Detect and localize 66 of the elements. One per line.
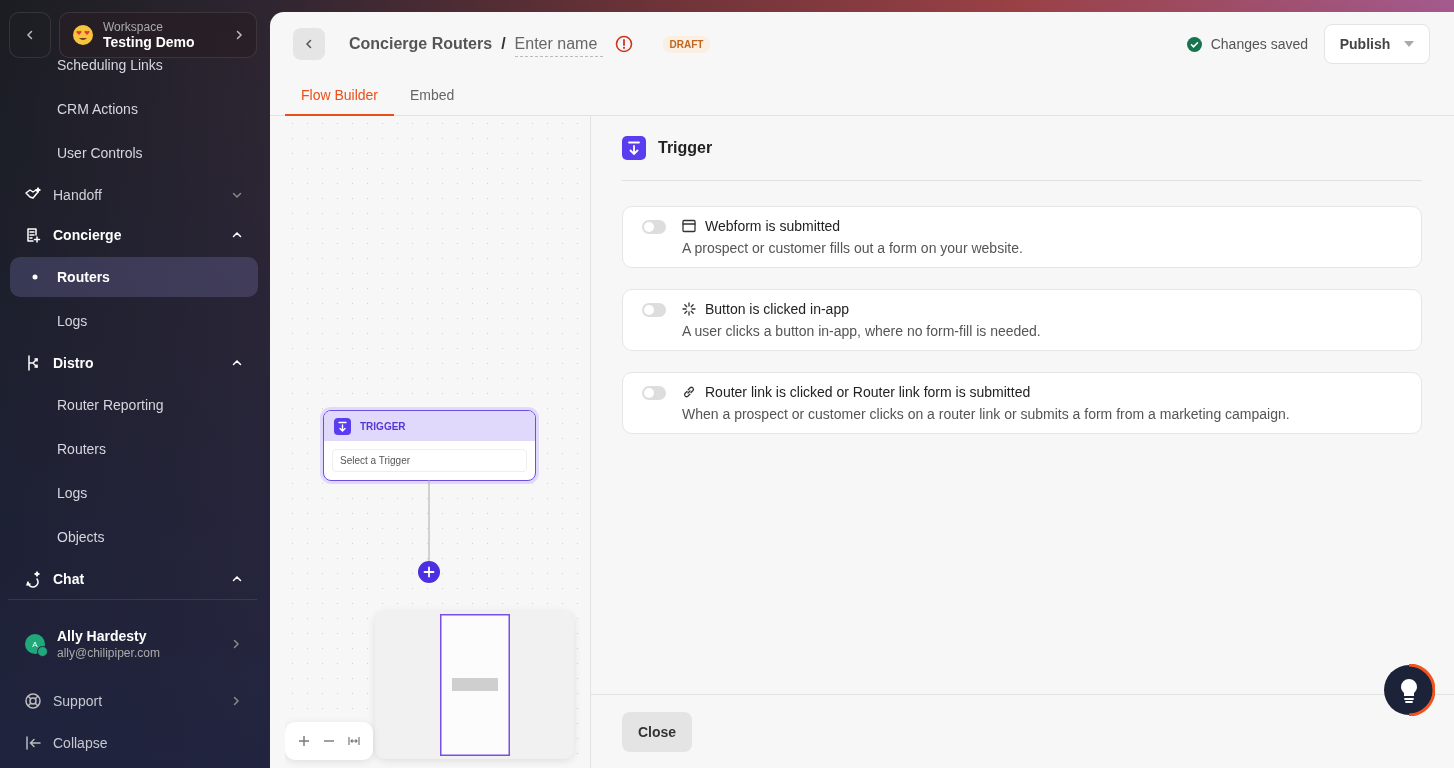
user-menu[interactable]: A Ally Hardesty ally@chilipiper.com xyxy=(8,620,257,668)
name-field[interactable]: Enter name xyxy=(514,31,603,57)
nav-item[interactable]: Objects xyxy=(10,515,258,559)
tab[interactable]: Embed xyxy=(394,76,471,116)
nav-item[interactable]: Routers xyxy=(10,427,258,471)
nav-group[interactable]: Distro xyxy=(10,343,258,383)
chevron-right-icon xyxy=(234,30,244,40)
chevron-left-icon xyxy=(25,30,35,40)
sparkle-icon xyxy=(682,302,696,316)
collapse-icon xyxy=(24,734,42,752)
option-title: Button is clicked in-app xyxy=(705,301,849,317)
nav-item[interactable]: User Controls xyxy=(10,131,258,175)
trigger-node[interactable]: TRIGGER Select a Trigger xyxy=(323,410,536,481)
nav-item[interactable]: Scheduling Links xyxy=(10,57,258,73)
warning-icon xyxy=(614,35,633,53)
trigger-option-card[interactable]: Router link is clicked or Router link form is submitted When a prospect or customer clicks on a router link or submits a form from a marketing campaign. xyxy=(622,372,1422,434)
toggle-switch[interactable] xyxy=(642,220,666,234)
back-button[interactable] xyxy=(293,28,325,60)
trigger-icon xyxy=(622,136,646,160)
help-button[interactable] xyxy=(1383,664,1435,716)
option-description: When a prospect or customer clicks on a router link or submits a form from a marketing campaign. xyxy=(682,406,1290,422)
chevron-left-icon xyxy=(304,39,314,49)
caret-icon xyxy=(1404,41,1415,47)
option-title: Webform is submitted xyxy=(705,218,841,234)
bullet-icon xyxy=(32,274,38,280)
close-button[interactable]: Close xyxy=(622,711,692,752)
publish-button[interactable]: Publish xyxy=(1324,24,1430,64)
emoji-icon xyxy=(72,24,94,46)
breadcrumb-separator: / xyxy=(501,35,506,53)
node-title: TRIGGER xyxy=(360,420,406,432)
form-icon xyxy=(682,219,696,233)
toggle-switch[interactable] xyxy=(642,303,666,317)
lifebuoy-icon xyxy=(24,692,42,710)
trigger-icon xyxy=(334,417,351,435)
lightbulb-icon xyxy=(1383,664,1435,716)
workspace-switcher[interactable]: Workspace Testing Demo xyxy=(59,12,257,58)
nav-item[interactable]: Logs xyxy=(10,471,258,515)
nav-group[interactable]: Handoff xyxy=(10,175,258,215)
toggle-switch[interactable] xyxy=(642,386,666,400)
nav-item[interactable]: Routers xyxy=(10,257,258,297)
option-description: A user clicks a button in-app, where no form-fill is needed. xyxy=(682,323,1041,339)
collapse-button[interactable]: Collapse xyxy=(8,722,257,764)
back-button[interactable] xyxy=(9,12,51,58)
add-step-button[interactable] xyxy=(418,561,440,583)
status-badge: DRAFT xyxy=(662,35,711,53)
trigger-select[interactable]: Select a Trigger xyxy=(332,449,527,472)
panel-title: Trigger xyxy=(658,139,713,157)
trigger-option-card[interactable]: Webform is submitted A prospect or customer fills out a form on your website. xyxy=(622,206,1422,268)
nav-item[interactable]: Router Reporting xyxy=(10,383,258,427)
nav-item[interactable]: Logs xyxy=(10,299,258,343)
option-description: A prospect or customer fills out a form on your website. xyxy=(682,240,1023,256)
nav-group[interactable]: Chat xyxy=(10,559,258,599)
support-item[interactable]: Support xyxy=(8,680,257,722)
nav-group[interactable]: Concierge xyxy=(10,215,258,255)
plus-icon xyxy=(418,561,440,583)
nav-item[interactable]: CRM Actions xyxy=(10,87,258,131)
document-icon xyxy=(24,226,42,244)
avatar: A xyxy=(25,634,45,654)
chat-icon xyxy=(24,570,42,588)
minimap[interactable] xyxy=(375,611,574,759)
breadcrumb-link[interactable]: Concierge Routers xyxy=(349,35,493,53)
option-title: Router link is clicked or Router link form is submitted xyxy=(705,384,1031,400)
trigger-option-card[interactable]: Button is clicked in-app A user clicks a button in-app, where no form-fill is needed. xyxy=(622,289,1422,351)
check-icon xyxy=(1186,36,1202,52)
save-status: Changes saved xyxy=(1210,36,1308,52)
link-icon xyxy=(682,385,696,399)
